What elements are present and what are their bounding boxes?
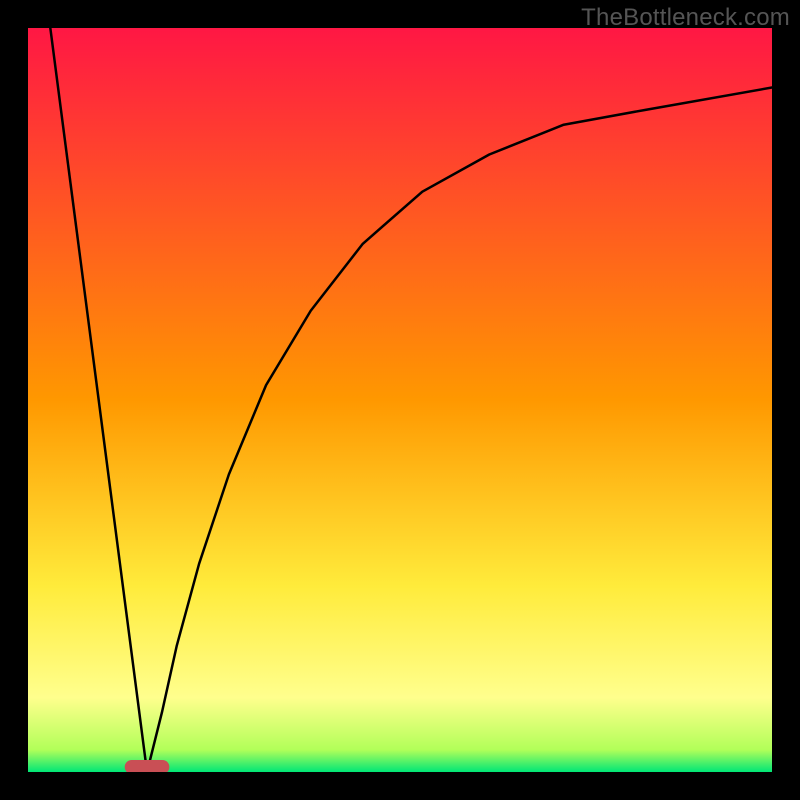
bottom-pill [125, 760, 170, 772]
chart-svg [28, 28, 772, 772]
plot-area [28, 28, 772, 772]
chart-container: TheBottleneck.com [0, 0, 800, 800]
gradient-background [28, 28, 772, 772]
watermark-text: TheBottleneck.com [581, 4, 790, 32]
